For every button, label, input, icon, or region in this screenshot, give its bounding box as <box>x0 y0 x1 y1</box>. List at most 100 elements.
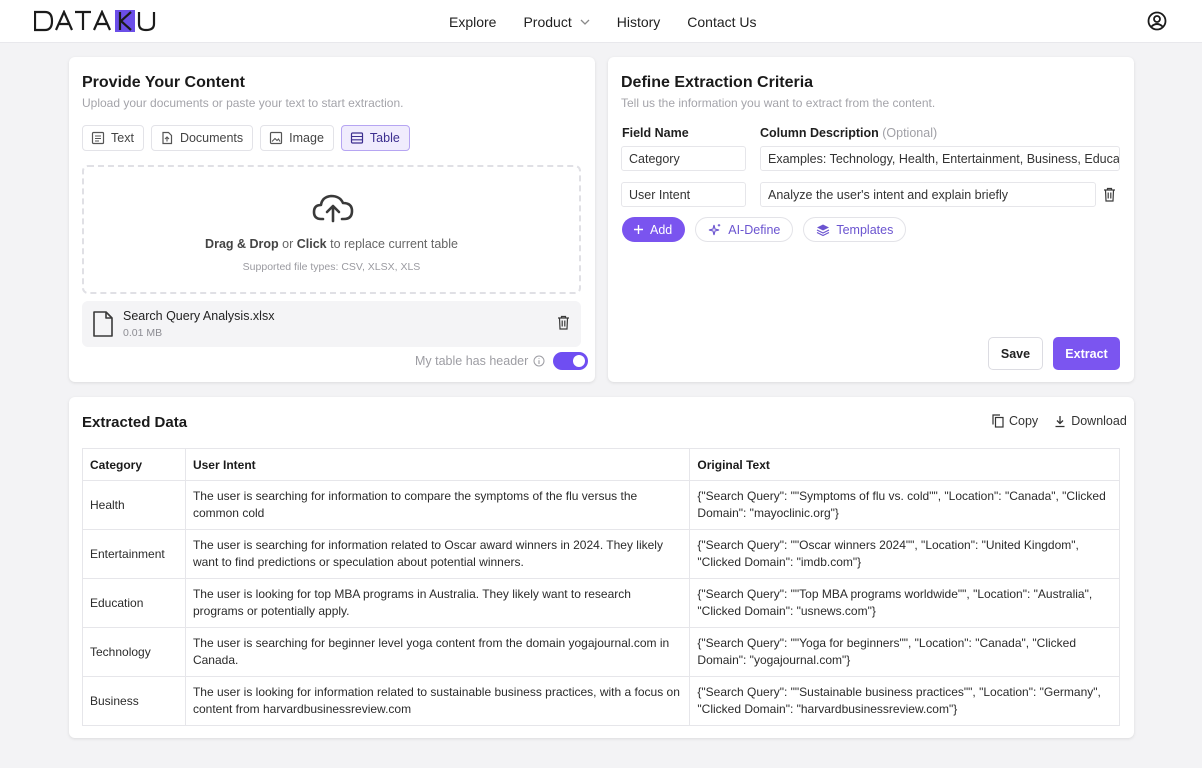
criteria-panel-subtitle: Tell us the information you want to extr… <box>621 96 936 110</box>
table-cell: The user is searching for beginner level… <box>184 627 691 677</box>
trash-icon[interactable] <box>1103 187 1116 205</box>
nav-explore-label: Explore <box>449 13 497 30</box>
dropzone-file-types: Supported file types: CSV, XLSX, XLS <box>242 261 421 273</box>
uploaded-file: Search Query Analysis.xlsx 0.01 MB <box>82 301 581 347</box>
table-header-row: Category User Intent Original Text <box>82 448 1120 481</box>
field-name-header: Field Name <box>622 126 689 140</box>
file-dropzone[interactable]: Drag & Drop or Click to replace current … <box>82 165 581 294</box>
table-header-switch[interactable] <box>553 352 589 370</box>
table-header-toggle-row: My table has header <box>415 351 589 371</box>
dropzone-or: or <box>278 237 297 251</box>
extracted-data-panel: Extracted Data Copy Download Category Us… <box>69 397 1134 738</box>
table-cell: The user is looking for top MBA programs… <box>184 578 691 628</box>
table-cell: Technology <box>82 627 186 677</box>
tab-image-label: Image <box>289 131 324 145</box>
download-label: Download <box>1071 414 1127 428</box>
dropzone-drag-drop: Drag & Drop <box>205 237 279 251</box>
content-panel-title: Provide Your Content <box>82 74 245 91</box>
chevron-down-icon <box>580 19 590 25</box>
nav-explore[interactable]: Explore <box>449 14 496 30</box>
nav-product-label: Product <box>523 13 572 30</box>
table-cell: {"Search Query": ""Sustainable business … <box>689 676 1120 726</box>
document-upload-icon <box>160 131 174 145</box>
layers-icon <box>816 223 830 237</box>
nav-contact-label: Contact Us <box>687 13 757 30</box>
column-description-header-text: Column Description <box>760 126 879 140</box>
table-row: Health The user is searching for informa… <box>82 480 1120 530</box>
table-cell: Business <box>82 676 186 726</box>
user-account-icon[interactable] <box>1147 11 1167 31</box>
image-icon <box>269 131 283 145</box>
dropzone-click: Click <box>296 237 327 251</box>
ai-define-button[interactable]: AI-Define <box>695 217 794 242</box>
table-cell: Education <box>82 578 186 628</box>
cloud-upload-icon <box>312 193 354 226</box>
content-panel: Provide Your Content Upload your documen… <box>69 57 595 382</box>
info-icon[interactable] <box>533 355 545 367</box>
file-icon <box>92 310 114 341</box>
column-header: Original Text <box>689 448 1120 481</box>
content-type-tabs: Text Documents Image Table <box>82 125 417 151</box>
brand-logo[interactable] <box>34 9 158 33</box>
add-field-label: Add <box>650 222 673 237</box>
tab-text[interactable]: Text <box>82 125 144 151</box>
tab-table[interactable]: Table <box>340 125 410 151</box>
table-cell: Entertainment <box>82 529 186 579</box>
download-icon <box>1054 415 1066 428</box>
table-cell: The user is searching for information to… <box>184 480 691 530</box>
plus-icon <box>633 224 644 235</box>
table-icon <box>350 131 364 145</box>
nav-contact-us[interactable]: Contact Us <box>687 14 756 30</box>
table-row: Business The user is looking for informa… <box>82 676 1120 726</box>
add-field-button[interactable]: Add <box>622 217 686 242</box>
content-panel-subtitle: Upload your documents or paste your text… <box>82 96 404 110</box>
table-cell: Health <box>82 480 186 530</box>
table-cell: {"Search Query": ""Top MBA programs worl… <box>689 578 1120 628</box>
templates-label: Templates <box>836 222 894 237</box>
table-row: Technology The user is searching for beg… <box>82 627 1120 677</box>
table-row: Education The user is looking for top MB… <box>82 578 1120 628</box>
ai-define-label: AI-Define <box>728 222 781 237</box>
table-row: Entertainment The user is searching for … <box>82 529 1120 579</box>
download-button[interactable]: Download <box>1054 414 1127 428</box>
column-header: User Intent <box>184 448 691 481</box>
tab-image[interactable]: Image <box>260 125 334 151</box>
field-name-input[interactable]: User Intent <box>621 182 746 207</box>
nav-history[interactable]: History <box>617 14 661 30</box>
table-cell: {"Search Query": ""Symptoms of flu vs. c… <box>689 480 1120 530</box>
table-cell: {"Search Query": ""Oscar winners 2024"",… <box>689 529 1120 579</box>
nav-product[interactable]: Product <box>523 13 590 30</box>
column-description-header: Column Description (Optional) <box>760 126 937 140</box>
extracted-data-table: Category User Intent Original Text Healt… <box>82 448 1120 726</box>
field-name-input[interactable]: Category <box>621 146 746 171</box>
nav-history-label: History <box>616 13 661 30</box>
column-header: Category <box>82 448 186 481</box>
save-button[interactable]: Save <box>988 337 1043 370</box>
column-description-input[interactable]: Analyze the user's intent and explain br… <box>760 182 1096 207</box>
copy-icon <box>992 414 1004 428</box>
extract-button[interactable]: Extract <box>1053 337 1120 370</box>
dataku-logo-icon <box>34 10 156 32</box>
tab-documents[interactable]: Documents <box>150 125 254 151</box>
tab-table-label: Table <box>369 131 400 145</box>
main-nav: Explore Product History Contact Us <box>449 0 784 43</box>
column-description-input[interactable]: Examples: Technology, Health, Entertainm… <box>760 146 1120 171</box>
criteria-panel-title: Define Extraction Criteria <box>621 74 814 91</box>
optional-tag: (Optional) <box>882 126 938 140</box>
table-cell: The user is looking for information rela… <box>184 676 691 726</box>
extracted-data-actions: Copy Download <box>992 414 1127 428</box>
sparkle-icon <box>708 223 722 237</box>
top-bar: Explore Product History Contact Us <box>0 0 1202 43</box>
trash-icon[interactable] <box>557 315 570 333</box>
table-cell: The user is searching for information re… <box>184 529 691 579</box>
tab-text-label: Text <box>111 131 134 145</box>
tab-documents-label: Documents <box>179 131 244 145</box>
file-name: Search Query Analysis.xlsx <box>123 309 275 323</box>
copy-button[interactable]: Copy <box>992 414 1038 428</box>
templates-button[interactable]: Templates <box>803 217 907 242</box>
criteria-panel: Define Extraction Criteria Tell us the i… <box>608 57 1134 382</box>
file-size: 0.01 MB <box>123 327 163 339</box>
extracted-data-title: Extracted Data <box>82 414 188 431</box>
criteria-actions: Add AI-Define Templates <box>622 217 916 242</box>
switch-knob <box>573 355 586 367</box>
